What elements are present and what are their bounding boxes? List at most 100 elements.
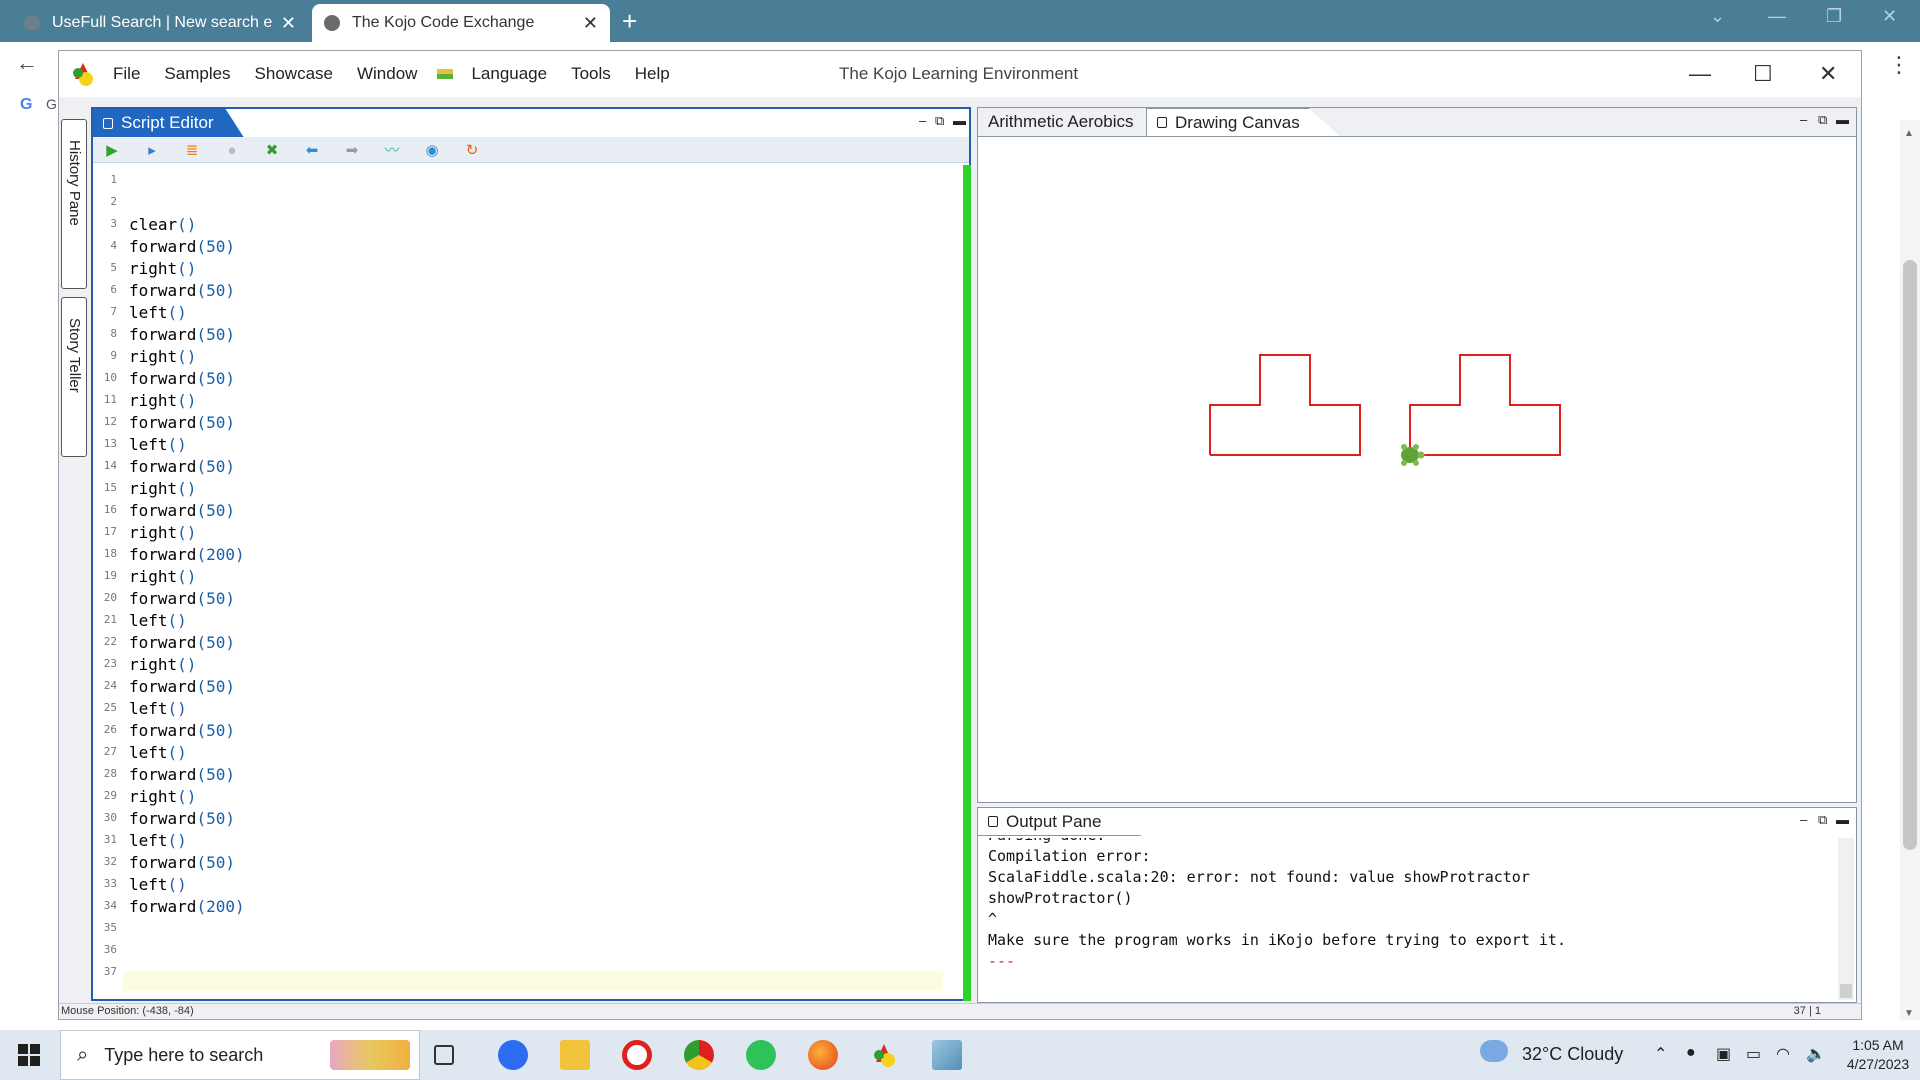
weather-text[interactable]: 32°C Cloudy [1522,1044,1623,1065]
float-icon[interactable]: ⧉ [1818,112,1827,128]
opera-icon[interactable] [622,1040,652,1070]
maximize-icon[interactable]: ▬ [1836,112,1849,127]
code-function: right [129,347,178,366]
output-text[interactable]: Parsing done.Compilation error: ScalaFidd… [988,838,1826,998]
code-function: left [129,743,168,762]
wifi-icon[interactable]: ◠ [1776,1044,1790,1064]
folder-icon[interactable] [560,1040,590,1070]
tab-drawing-canvas[interactable]: Drawing Canvas [1146,108,1340,136]
close-icon[interactable]: ✕ [583,13,598,34]
tab-output-pane[interactable]: Output Pane [978,808,1142,836]
drawing-canvas[interactable] [978,136,1856,802]
stop-icon[interactable]: ● [223,142,241,160]
format-icon[interactable]: 〰 [383,142,401,160]
scroll-up-icon[interactable]: ▲ [1904,128,1914,139]
line-number: 12 [103,415,117,428]
code-editor[interactable]: 1 2 3 4 5 6 7 8 9 10 11 12 13 14 15 16 17 18 19 20 21 22 23 24 2… [93,165,951,999]
app-icon[interactable] [932,1040,962,1070]
float-icon[interactable]: ⧉ [1818,812,1827,828]
whatsapp-icon[interactable] [746,1040,776,1070]
float-icon[interactable]: ⧉ [935,113,944,129]
minimize-icon[interactable]: – [1800,112,1807,127]
page-scrollbar[interactable]: ▲ ▼ [1900,120,1920,1020]
tab-arithmetic-aerobics[interactable]: Arithmetic Aerobics [978,108,1144,136]
volume-icon[interactable]: 🔈 [1806,1044,1826,1064]
windows-start-icon[interactable] [18,1044,40,1066]
chevron-down-icon[interactable]: ⌄ [1710,6,1725,27]
scroll-thumb[interactable] [1903,260,1917,850]
zoom-icon[interactable] [498,1040,528,1070]
close-icon[interactable]: ✕ [1819,61,1837,87]
line-number: 7 [110,305,117,318]
panel-icon [1157,117,1167,128]
search-placeholder: Type here to search [104,1044,264,1065]
task-view-icon[interactable] [434,1045,454,1065]
line-number: 9 [110,349,117,362]
panel-icon [103,117,113,129]
maximize-icon[interactable]: ☐ [1753,61,1773,87]
clock-time: 1:05 AM [1852,1037,1904,1053]
turtle-path [1209,354,1361,456]
tab-label: Arithmetic Aerobics [988,112,1134,131]
menu-tools[interactable]: Tools [571,64,611,84]
minimize-icon[interactable]: – [1800,812,1807,827]
browser-tab-kojo[interactable]: The Kojo Code Exchange ✕ [312,4,610,42]
battery-icon[interactable]: ▭ [1746,1044,1761,1064]
line-number: 37 [103,965,117,978]
code-function: forward [129,281,197,300]
code-arguments: (50) [196,325,235,344]
story-teller-tab[interactable]: Story Teller [61,297,87,457]
menu-help[interactable]: Help [635,64,670,84]
code-function: right [129,391,178,410]
tab-script-editor[interactable]: Script Editor [93,109,244,137]
code-line: forward(50) [129,281,235,300]
close-icon[interactable]: ✕ [281,13,296,34]
line-number: 10 [103,371,117,384]
new-tab-button[interactable]: + [622,6,637,37]
line-number: 29 [103,789,117,802]
maximize-icon[interactable]: ▬ [953,113,966,128]
code-arguments: () [177,259,197,278]
history-back-icon[interactable]: ⬅ [303,142,321,160]
tab-title: UseFull Search | New search engi [52,14,273,31]
kojo-taskbar-icon[interactable] [870,1040,900,1070]
globe-icon[interactable]: ◉ [423,142,441,160]
output-scrollbar[interactable] [1838,838,1854,1000]
zoom-tray-icon[interactable]: ● [1686,1044,1696,1062]
firefox-icon[interactable] [808,1040,838,1070]
system-clock[interactable]: 1:05 AM 4/27/2023 [1840,1036,1916,1074]
line-number: 28 [103,767,117,780]
minimize-icon[interactable]: — [1689,61,1711,87]
clear-icon[interactable]: ✖ [263,142,281,160]
run-icon[interactable]: ▶ [103,142,121,160]
code-line: forward(50) [129,457,235,476]
menu-file[interactable]: File [113,64,140,84]
code-arguments: (50) [196,677,235,696]
trace-icon[interactable]: ≣ [183,142,201,160]
close-icon[interactable]: ✕ [1882,6,1897,27]
upload-icon[interactable]: ↻ [463,142,481,160]
chrome-icon[interactable] [684,1040,714,1070]
chevron-up-icon[interactable]: ⌃ [1654,1044,1667,1064]
maximize-icon[interactable]: ▬ [1836,812,1849,827]
scroll-thumb[interactable] [1840,984,1852,998]
restore-icon[interactable]: ❐ [1826,6,1842,27]
code-arguments: (50) [196,457,235,476]
browser-tab-usefull[interactable]: UseFull Search | New search engi ✕ [12,4,308,42]
scroll-down-icon[interactable]: ▼ [1904,1008,1914,1019]
minimize-icon[interactable]: – [919,113,926,128]
code-function: forward [129,853,197,872]
run-worksheet-icon[interactable]: ▸ [143,142,161,160]
meet-icon[interactable]: ▣ [1716,1044,1731,1064]
minimize-icon[interactable]: — [1768,6,1786,27]
code-function: left [129,831,168,850]
history-pane-tab[interactable]: History Pane [61,119,87,289]
menu-language[interactable]: Language [471,64,547,84]
menu-window[interactable]: Window [357,64,417,84]
menu-samples[interactable]: Samples [164,64,230,84]
menu-showcase[interactable]: Showcase [255,64,333,84]
gift-icon[interactable] [330,1040,410,1070]
back-arrow-icon[interactable]: ← [16,50,38,76]
menu-dots-icon[interactable]: ⋮ [1888,52,1910,78]
history-forward-icon[interactable]: ➡ [343,142,361,160]
